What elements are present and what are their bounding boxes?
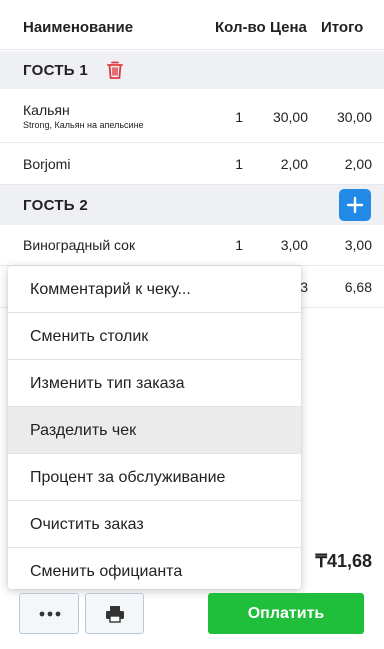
add-item-button[interactable] — [339, 189, 371, 221]
menu-item-label: Процент за обслуживание — [30, 469, 226, 486]
printer-icon — [106, 606, 124, 623]
menu-item-split-check[interactable]: Разделить чек — [8, 407, 301, 454]
plus-icon — [346, 196, 364, 214]
menu-item-label: Разделить чек — [30, 422, 137, 439]
menu-item-label: Комментарий к чеку... — [30, 281, 191, 298]
column-header-qty: Кол-во — [215, 19, 266, 36]
menu-item-check-comment[interactable]: Комментарий к чеку... — [8, 266, 301, 313]
menu-item-change-order-type[interactable]: Изменить тип заказа — [8, 360, 301, 407]
item-name: Borjomi — [23, 156, 71, 172]
order-item-row[interactable]: Borjomi 1 2,00 2,00 — [0, 143, 384, 185]
menu-item-label: Сменить официанта — [30, 563, 183, 580]
item-price: 3,00 — [280, 237, 308, 253]
menu-item-label: Изменить тип заказа — [30, 375, 185, 392]
menu-item-service-percent[interactable]: Процент за обслуживание — [8, 454, 301, 501]
item-total: 30,00 — [336, 109, 372, 125]
item-name: Виноградный сок — [23, 237, 136, 253]
more-actions-button[interactable] — [19, 593, 79, 634]
column-header-price: Цена — [270, 19, 307, 36]
menu-item-label: Сменить столик — [30, 328, 149, 345]
guest-1-label: ГОСТЬ 1 — [23, 62, 88, 79]
item-total: 6,68 — [344, 279, 372, 295]
more-actions-menu: Комментарий к чеку... Сменить столик Изм… — [8, 266, 301, 589]
trash-icon[interactable] — [104, 59, 126, 81]
item-qty: 1 — [235, 156, 243, 172]
order-grand-total: ₸41,68 — [315, 551, 373, 571]
item-total: 3,00 — [344, 237, 372, 253]
more-dots-icon — [39, 611, 61, 617]
guest-2-label: ГОСТЬ 2 — [23, 197, 88, 214]
menu-item-change-table[interactable]: Сменить столик — [8, 313, 301, 360]
pay-button-label: Оплатить — [247, 605, 325, 622]
item-name: Кальян — [23, 102, 70, 118]
menu-item-clear-order[interactable]: Очистить заказ — [8, 501, 301, 548]
column-header-total: Итого — [321, 19, 364, 36]
print-button[interactable] — [85, 593, 144, 634]
menu-item-label: Очистить заказ — [30, 516, 144, 533]
item-total: 2,00 — [344, 156, 372, 172]
guest-1-section-header[interactable]: ГОСТЬ 1 — [0, 51, 384, 89]
order-item-row[interactable]: Виноградный сок 1 3,00 3,00 — [0, 225, 384, 266]
column-header-name: Наименование — [23, 19, 134, 36]
order-table-header: Наименование Кол-во Цена Итого — [0, 0, 384, 50]
item-price: 30,00 — [272, 109, 308, 125]
item-modifiers: Strong, Кальян на апельсине — [23, 120, 144, 130]
menu-item-change-waiter[interactable]: Сменить официанта — [8, 548, 301, 589]
item-price: 2,00 — [280, 156, 308, 172]
guest-2-section-header[interactable]: ГОСТЬ 2 — [0, 185, 384, 225]
pay-button[interactable]: Оплатить — [208, 593, 364, 634]
item-qty: 1 — [235, 109, 243, 125]
order-item-row[interactable]: Кальян Strong, Кальян на апельсине 1 30,… — [0, 89, 384, 143]
item-qty: 1 — [235, 237, 243, 253]
